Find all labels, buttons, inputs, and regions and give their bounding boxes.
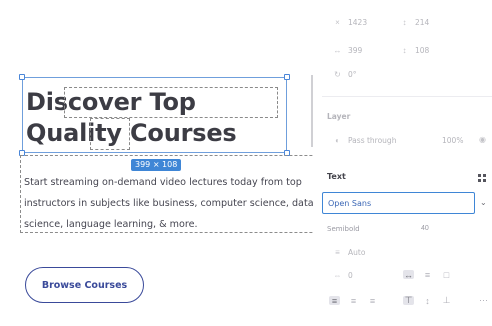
- letter-spacing-row: ⇔ 0: [333, 271, 353, 280]
- prop-x-value[interactable]: 1423: [348, 18, 367, 27]
- grid-icon[interactable]: [478, 174, 486, 182]
- panel-divider: [322, 96, 492, 97]
- line-height-row: ≡ Auto: [333, 248, 365, 257]
- resize-handle-top-right[interactable]: [284, 74, 290, 80]
- more-options-icon[interactable]: ⋯: [478, 295, 489, 305]
- x-icon: ×: [335, 18, 340, 27]
- align-top-icon[interactable]: ⊤: [403, 295, 414, 305]
- align-left-icon[interactable]: ≡: [329, 296, 340, 306]
- line-height-icon: ≡: [335, 248, 340, 257]
- prop-height-value[interactable]: 108: [415, 46, 429, 55]
- prop-rotation-value[interactable]: 0°: [348, 70, 357, 79]
- eye-icon[interactable]: ◉: [478, 135, 487, 144]
- design-canvas: Discover Top Quality Courses 399 × 108 S…: [0, 0, 492, 326]
- blend-icon: ◐: [335, 136, 340, 145]
- font-weight-select[interactable]: Semibold: [327, 225, 360, 233]
- prop-row-size: ↔ 399: [333, 46, 363, 55]
- text-section-title: Text: [327, 172, 346, 181]
- text-align-options: ≡ ≡ ≡: [329, 296, 378, 306]
- align-middle-icon[interactable]: ↕: [422, 296, 433, 306]
- prop-row-rotation: ↻ 0°: [333, 70, 357, 79]
- y-icon: ↕: [402, 18, 407, 27]
- line-height-value[interactable]: Auto: [348, 248, 365, 257]
- auto-height-icon[interactable]: ≡: [422, 270, 433, 280]
- layer-section-title: Layer: [327, 112, 351, 121]
- text-resize-options: ↔ ≡ □: [403, 270, 452, 280]
- letter-spacing-icon: ⇔: [333, 271, 342, 280]
- vertical-align-options: ⊤ ↕ ⊥: [403, 295, 452, 306]
- align-bottom-icon[interactable]: ⊥: [441, 295, 452, 305]
- prop-row-size-h: ↕ 108: [400, 46, 430, 55]
- letter-spacing-value[interactable]: 0: [348, 271, 353, 280]
- layer-mode-value[interactable]: Pass through: [348, 136, 396, 145]
- prop-y-value[interactable]: 214: [415, 18, 429, 27]
- width-icon: ↔: [333, 46, 342, 55]
- align-center-icon[interactable]: ≡: [348, 296, 359, 306]
- hero-headline[interactable]: Discover Top Quality Courses: [26, 87, 296, 149]
- auto-width-icon[interactable]: ↔: [403, 270, 414, 280]
- hero-paragraph[interactable]: Start streaming on-demand video lectures…: [24, 172, 314, 235]
- prop-row-position-y: ↕ 214: [400, 18, 430, 27]
- rotation-icon: ↻: [334, 70, 341, 79]
- height-icon: ↕: [402, 46, 407, 55]
- align-right-icon[interactable]: ≡: [367, 296, 378, 306]
- prop-width-value[interactable]: 399: [348, 46, 362, 55]
- fixed-size-icon[interactable]: □: [441, 270, 452, 280]
- layer-opacity-value[interactable]: 100%: [442, 136, 463, 145]
- layer-mode-row[interactable]: ◐ Pass through: [333, 136, 396, 145]
- resize-handle-top-left[interactable]: [19, 74, 25, 80]
- prop-row-position: × 1423: [333, 18, 367, 27]
- font-family-select[interactable]: Open Sans: [322, 192, 475, 214]
- chevron-down-icon[interactable]: ⌄: [480, 198, 487, 207]
- browse-courses-button[interactable]: Browse Courses: [25, 267, 144, 303]
- font-size-value[interactable]: 40: [421, 225, 429, 232]
